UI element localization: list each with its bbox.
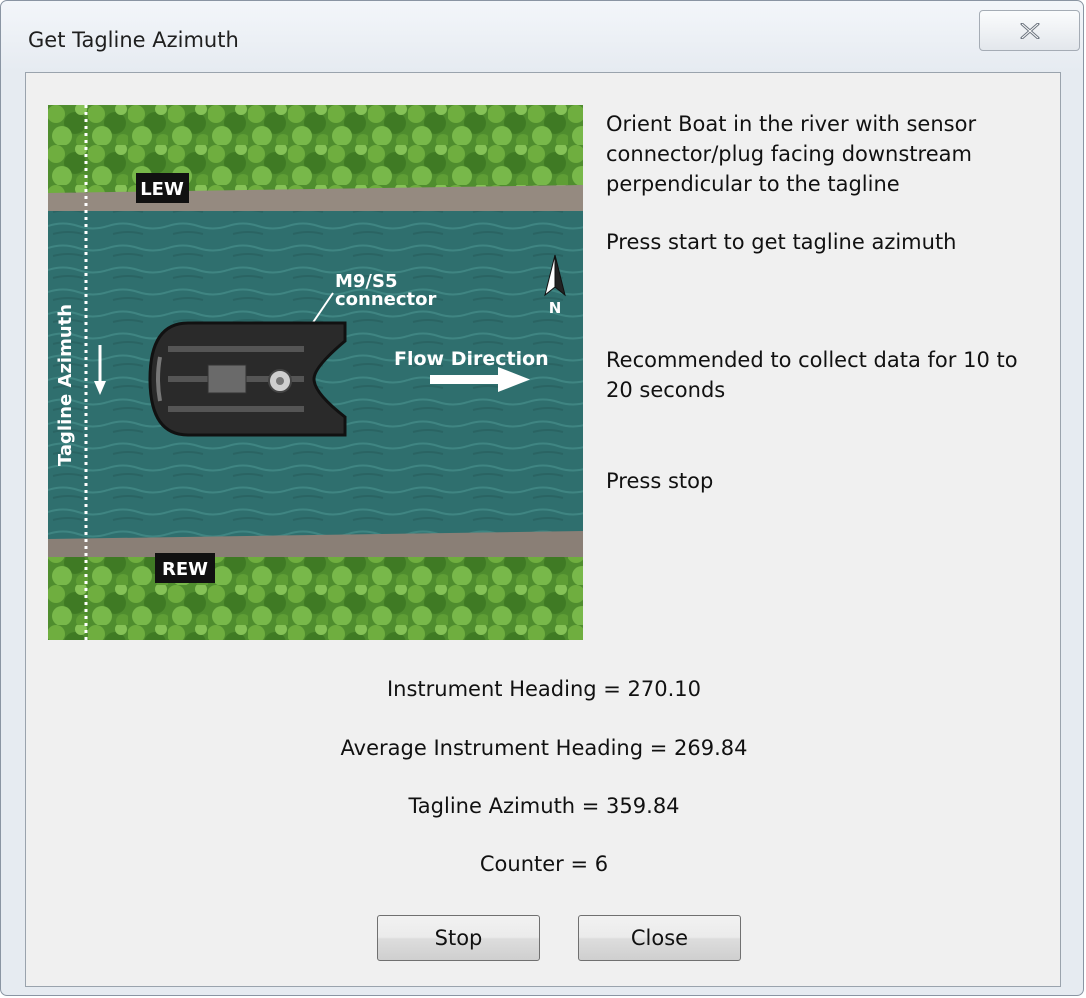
dialog-window: Get Tagline Azimuth LEW REW Tagline Azim… [0,0,1084,996]
close-button[interactable]: Close [578,915,741,961]
connector-label-line2: connector [335,289,437,310]
title-bar: Get Tagline Azimuth [1,1,1083,71]
stop-button[interactable]: Stop [377,915,540,961]
tagline-azimuth-readout: Tagline Azimuth = 359.84 [408,794,680,818]
instruction-duration: Recommended to collect data for 10 to 20… [606,348,1018,402]
tagline-azimuth-label: Tagline Azimuth [55,304,76,466]
close-icon [1020,23,1040,39]
bottom-vegetation [48,557,583,640]
river-illustration: LEW REW Tagline Azimuth N M9/S5 connecto… [48,105,583,640]
north-label: N [549,299,562,317]
instrument-heading-readout: Instrument Heading = 270.10 [386,677,702,701]
dialog-body: LEW REW Tagline Azimuth N M9/S5 connecto… [25,72,1061,987]
window-close-button[interactable] [979,10,1080,51]
lew-label: LEW [140,179,184,200]
instruction-orient: Orient Boat in the river with sensor con… [606,112,977,196]
instruction-start: Press start to get tagline azimuth [606,230,957,254]
counter-readout: Counter = 6 [479,852,609,876]
instruction-stop: Press stop [606,469,714,493]
flow-direction-label: Flow Direction [394,348,549,370]
rew-label: REW [162,559,208,580]
average-heading-readout: Average Instrument Heading = 269.84 [340,736,748,760]
window-title: Get Tagline Azimuth [28,28,239,52]
